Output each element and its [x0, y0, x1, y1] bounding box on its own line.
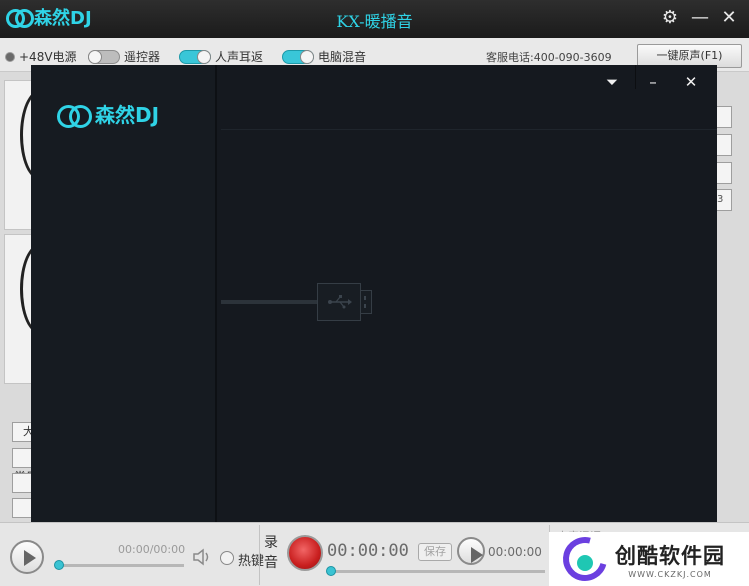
- hot-key-label: 热键: [238, 554, 265, 569]
- title-bar: 森然DJ KX-暖播音 ⚙ — ✕: [0, 0, 749, 38]
- hotline-text: 客服电话:400-090-3609: [486, 51, 612, 64]
- minimize-icon: —: [691, 7, 709, 28]
- window-title: KX-暖播音: [336, 12, 413, 31]
- side-button-3[interactable]: [716, 162, 732, 184]
- side-button-4[interactable]: 3: [716, 189, 732, 211]
- save-button[interactable]: 保存: [418, 543, 452, 561]
- close-icon: ✕: [721, 7, 737, 28]
- watermark-logo-icon: [554, 528, 616, 586]
- dialog-logo: 森然DJ: [57, 99, 159, 128]
- watermark-url: WWW.CKZKJ.COM: [628, 569, 712, 579]
- minimize-button[interactable]: —: [689, 7, 711, 29]
- preset-button-1[interactable]: 大: [12, 422, 32, 442]
- usb-disconnected-icon: [317, 283, 361, 321]
- phantom-power-label: +48V电源: [19, 50, 77, 64]
- record-button[interactable]: [287, 535, 323, 571]
- dropdown-menu-icon: ⏷: [605, 73, 618, 91]
- usb-symbol-icon: [328, 295, 352, 309]
- usb-cable: [221, 300, 317, 304]
- playback-time: 00:00:00: [488, 545, 542, 559]
- record-label: 录音: [264, 535, 278, 571]
- transport-divider: [259, 525, 260, 585]
- side-button-2[interactable]: [716, 134, 732, 156]
- dialog-button-divider: [635, 65, 636, 89]
- dialog-sidebar: 森然DJ: [31, 65, 217, 522]
- side-button-1[interactable]: [716, 106, 732, 128]
- player-progress-knob[interactable]: [54, 560, 64, 570]
- pc-mix-label: 电脑混音: [318, 50, 367, 64]
- volume-icon[interactable]: [192, 548, 212, 566]
- gear-icon: ⚙: [661, 7, 679, 28]
- phantom-power-option[interactable]: +48V电源: [5, 48, 77, 65]
- toggle-switch[interactable]: [179, 49, 211, 64]
- playback-play-button[interactable]: [457, 537, 485, 565]
- preset-button-4[interactable]: [12, 498, 32, 518]
- minimize-icon: –: [649, 73, 657, 91]
- player-progress-track[interactable]: [58, 564, 184, 567]
- usb-plug: [360, 290, 372, 314]
- device-connection-dialog: 森然DJ ⏷ – ✕: [31, 65, 717, 522]
- dialog-close-button[interactable]: ✕: [680, 71, 702, 93]
- record-progress-track[interactable]: [330, 570, 545, 573]
- pc-mix-toggle[interactable]: 电脑混音: [282, 48, 366, 65]
- voice-monitor-toggle[interactable]: 人声耳返: [179, 48, 263, 65]
- player-play-button[interactable]: [10, 540, 44, 574]
- toggle-switch[interactable]: [88, 49, 120, 64]
- voice-monitor-label: 人声耳返: [215, 50, 264, 64]
- dialog-menu-button[interactable]: ⏷: [601, 71, 623, 93]
- record-time: 00:00:00: [327, 541, 409, 561]
- record-progress-knob[interactable]: [326, 566, 336, 576]
- remote-label: 遥控器: [124, 50, 161, 64]
- preset-button-3[interactable]: [12, 473, 32, 493]
- settings-button[interactable]: ⚙: [659, 7, 681, 29]
- logo-mark-icon: [57, 103, 92, 128]
- hot-key-radio[interactable]: [220, 551, 234, 565]
- site-watermark: 创酷软件园 WWW.CKZKJ.COM: [549, 528, 749, 586]
- preset-button-2[interactable]: [12, 448, 32, 468]
- dialog-minimize-button[interactable]: –: [642, 71, 664, 93]
- player-time: 00:00/00:00: [118, 543, 186, 556]
- dialog-header-divider: [221, 129, 717, 130]
- remote-toggle[interactable]: 遥控器: [88, 48, 160, 65]
- radio-dot-icon: [5, 51, 15, 62]
- toggle-switch[interactable]: [282, 49, 314, 64]
- watermark-title: 创酷软件园: [615, 543, 725, 568]
- dialog-logo-text: 森然DJ: [95, 103, 160, 127]
- close-button[interactable]: ✕: [718, 7, 740, 29]
- close-icon: ✕: [684, 73, 698, 91]
